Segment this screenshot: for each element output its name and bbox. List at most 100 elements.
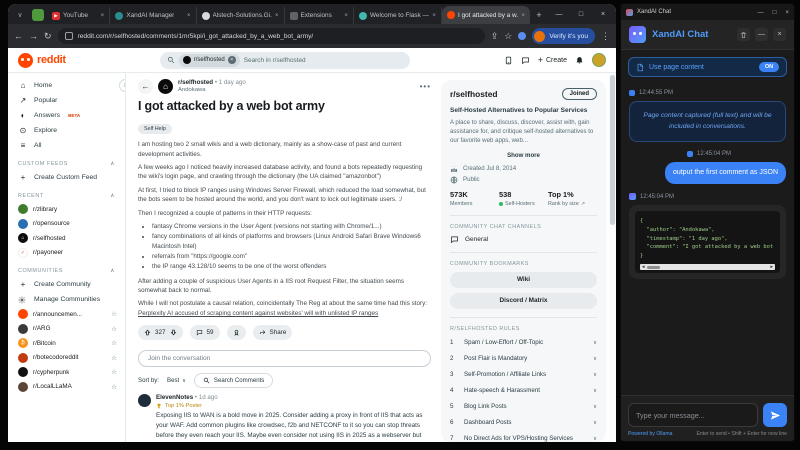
sidebar-item-bitcoin[interactable]: ₿ r/Bitcoin ☆ bbox=[18, 336, 119, 351]
sidebar-item-botecodoreddit[interactable]: r/botecodoreddit ☆ bbox=[18, 351, 119, 366]
sidebar-item-explore[interactable]: ⊙ Explore bbox=[18, 123, 119, 138]
code-horizontal-scrollbar[interactable]: ◄ ► bbox=[640, 264, 775, 271]
back-button[interactable]: ← bbox=[138, 79, 153, 95]
tab-extensions[interactable]: Extensions × bbox=[285, 7, 355, 24]
show-more-button[interactable]: Show more bbox=[450, 152, 597, 159]
reddit-logo[interactable]: reddit bbox=[18, 52, 66, 68]
forward-icon[interactable]: → bbox=[29, 31, 38, 41]
close-tab-icon[interactable]: × bbox=[275, 12, 279, 19]
post-flair-badge[interactable]: Self Help bbox=[138, 124, 172, 135]
scroll-right-icon[interactable]: ► bbox=[770, 265, 774, 270]
tab-search-button[interactable]: ∨ bbox=[13, 8, 27, 22]
send-button[interactable] bbox=[763, 403, 787, 427]
search-input[interactable] bbox=[243, 56, 403, 64]
search-comments-button[interactable]: Search Comments bbox=[193, 373, 274, 389]
url-bar[interactable]: reddit.com/r/selfhosted/comments/1mr5kpi… bbox=[57, 28, 485, 44]
tab-youtube[interactable]: ▶ YouTube × bbox=[47, 7, 111, 24]
clear-chat-trash-icon[interactable] bbox=[737, 28, 750, 41]
page-scrollbar[interactable] bbox=[609, 73, 616, 442]
recent-header[interactable]: RECENT ∧ bbox=[18, 193, 119, 199]
rule-item[interactable]: 4 Hate-speech & Harassment ∨ bbox=[450, 387, 597, 395]
create-post-button[interactable]: + Create bbox=[538, 55, 567, 65]
post-subreddit[interactable]: r/selfhosted bbox=[178, 79, 213, 86]
joined-button[interactable]: Joined bbox=[561, 88, 597, 100]
award-pill[interactable] bbox=[226, 325, 246, 341]
rule-item[interactable]: 3 Self-Promotion / Affiliate Links ∨ bbox=[450, 371, 597, 379]
sidebar-item-all[interactable]: ≡ All bbox=[18, 138, 119, 153]
create-custom-feed-button[interactable]: + Create Custom Feed bbox=[18, 170, 119, 185]
commenter-avatar[interactable] bbox=[138, 394, 151, 408]
message-input[interactable] bbox=[628, 403, 758, 427]
favorite-star-icon[interactable]: ☆ bbox=[111, 310, 117, 318]
close-tab-icon[interactable]: × bbox=[521, 12, 525, 19]
tab-xandai-manager[interactable]: XandAI Manager × bbox=[110, 7, 197, 24]
join-conversation-input[interactable] bbox=[138, 350, 431, 368]
share-pill[interactable]: Share bbox=[252, 325, 293, 341]
back-icon[interactable]: ← bbox=[14, 31, 23, 41]
new-tab-button[interactable]: + bbox=[532, 8, 546, 22]
tab-flask[interactable]: Welcome to Flask — F... × bbox=[354, 7, 443, 24]
search-bar[interactable]: r/selfhosted × bbox=[159, 51, 410, 69]
post-link[interactable]: Perplexity AI accused of scraping conten… bbox=[138, 310, 378, 317]
sidebar-item-arg[interactable]: r/ARG ☆ bbox=[18, 322, 119, 337]
comments-pill[interactable]: 59 bbox=[189, 325, 220, 341]
sidebar-collapse-button[interactable]: ≡ bbox=[119, 79, 125, 92]
manage-communities-button[interactable]: Manage Communities bbox=[18, 292, 119, 307]
close-icon[interactable]: × bbox=[785, 9, 789, 16]
discord-matrix-button[interactable]: Discord / Matrix bbox=[450, 292, 597, 309]
maximize-icon[interactable]: □ bbox=[773, 9, 777, 16]
sidebar-item-cypherpunk[interactable]: r/cypherpunk ☆ bbox=[18, 365, 119, 380]
favorite-star-icon[interactable]: ☆ bbox=[111, 383, 117, 391]
sidebar-item-recent-selfhosted[interactable]: ⌂ r/selfhosted bbox=[18, 231, 119, 246]
close-chat-icon[interactable]: × bbox=[773, 28, 786, 41]
sidebar-item-popular[interactable]: ↗ Popular bbox=[18, 93, 119, 108]
create-community-button[interactable]: + Create Community bbox=[18, 277, 119, 292]
share-icon[interactable]: ⇪ bbox=[491, 31, 499, 42]
sidebar-item-home[interactable]: ⌂ Home bbox=[18, 78, 119, 93]
chat-channel-general[interactable]: General bbox=[450, 235, 597, 244]
favorite-star-icon[interactable]: ☆ bbox=[111, 339, 117, 347]
subreddit-avatar[interactable]: ⌂ bbox=[158, 79, 173, 95]
chip-close-icon[interactable]: × bbox=[227, 56, 236, 64]
minimize-icon[interactable]: — bbox=[548, 4, 570, 24]
user-avatar[interactable] bbox=[592, 53, 606, 67]
rule-item[interactable]: 2 Post Flair is Mandatory ∨ bbox=[450, 355, 597, 363]
upvote-icon[interactable] bbox=[144, 329, 151, 336]
close-icon[interactable]: × bbox=[592, 4, 614, 24]
rule-item[interactable]: 7 No Direct Ads for VPS/Hosting Services ∨ bbox=[450, 435, 597, 442]
sidebar-item-recent-opensource[interactable]: r/opensource bbox=[18, 217, 119, 232]
sort-dropdown[interactable]: Best ∨ bbox=[167, 377, 186, 384]
tab-github[interactable]: Alstech-Solutions.Gi... × bbox=[197, 7, 285, 24]
favorite-star-icon[interactable]: ☆ bbox=[111, 354, 117, 362]
site-info-icon[interactable] bbox=[64, 32, 73, 40]
post-author[interactable]: Andokawa bbox=[178, 87, 246, 94]
sidebar-item-announcements[interactable]: r/announcemen... ☆ bbox=[18, 307, 119, 322]
sidebar-item-localllama[interactable]: r/LocalLLaMA ☆ bbox=[18, 380, 119, 395]
rule-item[interactable]: 5 Blog Link Posts ∨ bbox=[450, 403, 597, 411]
scrollbar-thumb[interactable] bbox=[647, 265, 660, 269]
favorite-star-icon[interactable]: ☆ bbox=[111, 325, 117, 333]
community-name[interactable]: r/selfhosted bbox=[450, 89, 497, 99]
close-tab-icon[interactable]: × bbox=[344, 12, 348, 19]
verify-profile-chip[interactable]: Verify it's you bbox=[532, 28, 595, 44]
extension-icon[interactable] bbox=[518, 32, 527, 40]
scrollbar-thumb[interactable] bbox=[610, 75, 615, 225]
collapse-chat-icon[interactable]: — bbox=[755, 28, 768, 41]
search-subreddit-chip[interactable]: r/selfhosted × bbox=[178, 53, 240, 67]
powered-by-link[interactable]: Powered by Ollama bbox=[628, 431, 672, 437]
sidebar-item-recent-payoneer[interactable]: ✓ r/payoneer bbox=[18, 246, 119, 261]
scroll-left-icon[interactable]: ◄ bbox=[641, 265, 645, 270]
use-page-content-toggle[interactable]: Use page content ON bbox=[628, 57, 787, 77]
get-app-icon[interactable] bbox=[504, 56, 513, 65]
favorite-star-icon[interactable]: ☆ bbox=[111, 368, 117, 376]
comment-author[interactable]: ElevenNotes bbox=[156, 394, 193, 401]
close-tab-icon[interactable]: × bbox=[432, 12, 436, 19]
downvote-icon[interactable] bbox=[170, 329, 177, 336]
minimize-icon[interactable]: — bbox=[757, 9, 763, 16]
pinned-tab-favicon[interactable] bbox=[32, 9, 44, 21]
rule-item[interactable]: 6 Dashboard Posts ∨ bbox=[450, 419, 597, 427]
browser-menu-icon[interactable]: ⋮ bbox=[601, 31, 610, 42]
close-tab-icon[interactable]: × bbox=[101, 12, 105, 19]
rule-item[interactable]: 1 Spam / Low-Effort / Off-Topic ∨ bbox=[450, 339, 597, 347]
tab-reddit-active[interactable]: I got attacked by a w... × bbox=[442, 6, 531, 24]
